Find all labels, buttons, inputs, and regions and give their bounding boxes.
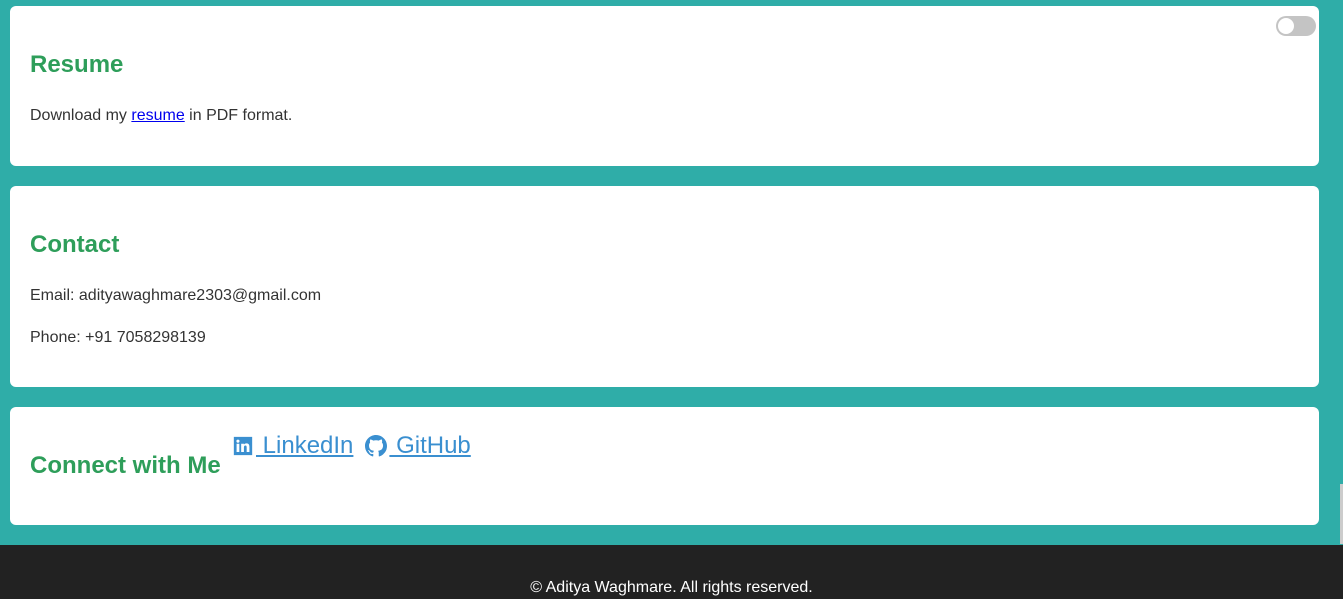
contact-phone: Phone: +91 7058298139 xyxy=(30,329,206,346)
contact-section: Contact Email: adityawaghmare2303@gmail.… xyxy=(10,186,1319,387)
linkedin-icon xyxy=(233,436,253,456)
resume-text: Download my resume in PDF format. xyxy=(30,107,292,125)
resume-heading: Resume xyxy=(30,51,124,78)
contact-email: Email: adityawaghmare2303@gmail.com xyxy=(30,287,322,304)
theme-toggle[interactable] xyxy=(1276,16,1316,36)
resume-text-after: in PDF format. xyxy=(184,107,293,124)
connect-section: Connect with Me LinkedIn GitHub xyxy=(10,407,1319,525)
footer-copyright: © Aditya Waghmare. All rights reserved. xyxy=(530,579,813,596)
contact-heading: Contact xyxy=(30,231,120,258)
linkedin-label: LinkedIn xyxy=(256,432,354,459)
github-link[interactable]: GitHub xyxy=(365,432,471,460)
github-label: GitHub xyxy=(389,432,471,459)
github-icon xyxy=(365,435,388,457)
connect-heading: Connect with Me xyxy=(30,452,221,479)
toggle-knob xyxy=(1278,18,1294,34)
resume-section: Resume Download my resume in PDF format. xyxy=(10,6,1319,166)
resume-link[interactable]: resume xyxy=(131,107,184,124)
social-links: LinkedIn GitHub xyxy=(232,432,471,460)
linkedin-link[interactable]: LinkedIn xyxy=(232,432,353,460)
resume-text-before: Download my xyxy=(30,107,132,124)
footer: © Aditya Waghmare. All rights reserved. xyxy=(0,545,1343,599)
